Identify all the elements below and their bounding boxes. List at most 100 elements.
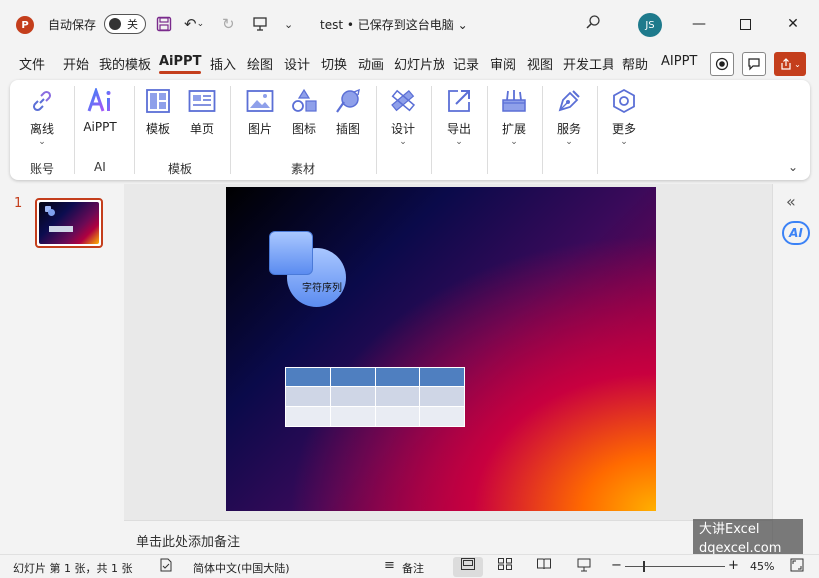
slide-thumbnail-image [39,202,99,244]
picture-icon [245,86,275,116]
table-row [285,406,465,427]
zoom-in-icon[interactable]: + [728,558,739,573]
tab-animations[interactable]: 动画 [358,54,384,73]
chevron-down-icon: ⌄ [38,137,46,147]
group-label-templates: 模板 [168,162,193,176]
template-button[interactable]: 模板 [135,86,181,137]
save-icon[interactable] [156,14,172,34]
normal-view-icon[interactable] [461,558,475,574]
extend-button[interactable]: 扩展 ⌄ [491,86,537,147]
tab-record[interactable]: 记录 [453,54,479,73]
tab-developer[interactable]: 开发工具 [563,54,613,73]
pen-nib-icon [554,86,584,116]
tab-my-templates[interactable]: 我的模板 [99,54,151,73]
toolbox-icon [499,86,529,116]
tab-design[interactable]: 设计 [284,54,310,73]
shapes-icon [289,86,319,116]
single-page-button[interactable]: 单页 [179,86,225,137]
ribbon-divider [597,86,598,174]
search-icon[interactable] [585,14,601,34]
more-button[interactable]: 更多 ⌄ [601,86,647,147]
group-label-account: 账号 [30,162,55,176]
tab-slideshow[interactable]: 幻灯片放映 [394,54,444,73]
autosave-toggle[interactable]: 关 [104,14,146,34]
present-icon[interactable] [252,14,268,34]
ribbon-divider [74,86,75,174]
notes-toggle[interactable]: 备注 [402,560,424,576]
title-bar: P 自动保存 关 ↶ ⌄ ↻ ⌄ test • 已保存到这台电脑 ⌄ JS — ✕ [0,0,819,48]
design-button[interactable]: 设计 ⌄ [380,86,426,147]
illustration-label: 插图 [335,122,360,136]
zoom-level[interactable]: 45% [750,560,774,573]
close-icon[interactable]: ✕ [778,10,808,38]
maximize-icon[interactable] [730,10,760,38]
chevron-down-icon: ⌄ [565,137,573,147]
offline-label: 离线 [29,122,54,136]
chevron-down-icon: ⌄ [510,137,518,147]
aippt-button[interactable]: AiPPT [77,86,123,134]
service-label: 服务 [556,122,581,136]
record-button[interactable] [710,52,734,76]
minimize-icon[interactable]: — [684,10,714,38]
undo-icon[interactable]: ↶ ⌄ [184,14,204,34]
zoom-slider[interactable] [625,566,725,567]
rounded-square-shape[interactable] [269,231,313,275]
ai-logo-icon [85,86,115,116]
tab-transitions[interactable]: 切换 [321,54,347,73]
illustration-button[interactable]: 插图 [325,86,371,137]
redo-icon[interactable]: ↻ [222,14,235,34]
language-status[interactable]: 简体中文(中国大陆) [193,560,290,576]
powerpoint-logo-icon: P [16,16,34,34]
chevron-down-icon: ⌄ [399,137,407,147]
accessibility-icon[interactable] [160,558,172,576]
fit-to-window-icon[interactable] [790,558,804,576]
slideshow-icon[interactable] [577,558,591,576]
offline-button[interactable]: 离线 ⌄ [19,86,65,147]
ribbon: 离线 ⌄ AiPPT 模板 单页 图片 图标 插图 设计 ⌄ 导出 ⌄ 扩展 ⌄… [10,80,810,180]
slide-number: 1 [14,196,23,211]
share-button[interactable]: ⌄ [774,52,806,76]
icon-button[interactable]: 图标 [281,86,327,137]
avatar[interactable]: JS [638,13,662,37]
service-button[interactable]: 服务 ⌄ [546,86,592,147]
menu-bar: 文件 开始 我的模板 AiPPT 插入 绘图 设计 切换 动画 幻灯片放映 记录… [0,50,819,78]
toggle-knob [109,18,121,30]
picture-label: 图片 [247,122,272,136]
comments-button[interactable] [742,52,766,76]
customize-toolbar-icon[interactable]: ⌄ [284,14,293,34]
document-title[interactable]: test • 已保存到这台电脑 ⌄ [320,16,468,33]
ribbon-collapse-chevron-icon[interactable]: ⌄ [788,160,798,174]
chevron-down-icon: ⌄ [620,137,628,147]
slide-thumbnail[interactable] [35,198,103,248]
autosave-state: 关 [127,18,138,31]
zoom-slider-thumb[interactable] [643,561,646,572]
zoom-out-icon[interactable]: − [611,558,622,573]
tab-review[interactable]: 审阅 [490,54,516,73]
slide-table[interactable] [285,367,465,427]
group-label-ai: AI [94,160,106,174]
slide-sorter-icon[interactable] [498,558,512,574]
reading-view-icon[interactable] [537,558,551,574]
tab-help[interactable]: 帮助 [622,54,648,73]
design-tools-icon [388,86,418,116]
tab-file[interactable]: 文件 [19,54,45,73]
ribbon-divider [431,86,432,174]
notes-pane[interactable]: 单击此处添加备注 [124,520,772,554]
tab-aippt-2[interactable]: AIPPT [661,54,697,69]
tab-aippt[interactable]: AiPPT [159,54,202,74]
export-button[interactable]: 导出 ⌄ [436,86,482,147]
collapse-panel-icon[interactable]: « [786,192,796,211]
tab-insert[interactable]: 插入 [210,54,236,73]
hexagon-settings-icon [609,86,639,116]
link-icon [27,86,57,116]
picture-button[interactable]: 图片 [237,86,283,137]
tab-view[interactable]: 视图 [527,54,553,73]
ai-assistant-icon[interactable]: AI [782,221,810,245]
ribbon-divider [487,86,488,174]
aippt-label: AiPPT [83,120,117,134]
template-icon [143,86,173,116]
tab-home[interactable]: 开始 [63,54,89,73]
tab-draw[interactable]: 绘图 [247,54,273,73]
shape-text[interactable]: 字符序列 [302,279,342,294]
chevron-down-icon: ⌄ [455,137,463,147]
